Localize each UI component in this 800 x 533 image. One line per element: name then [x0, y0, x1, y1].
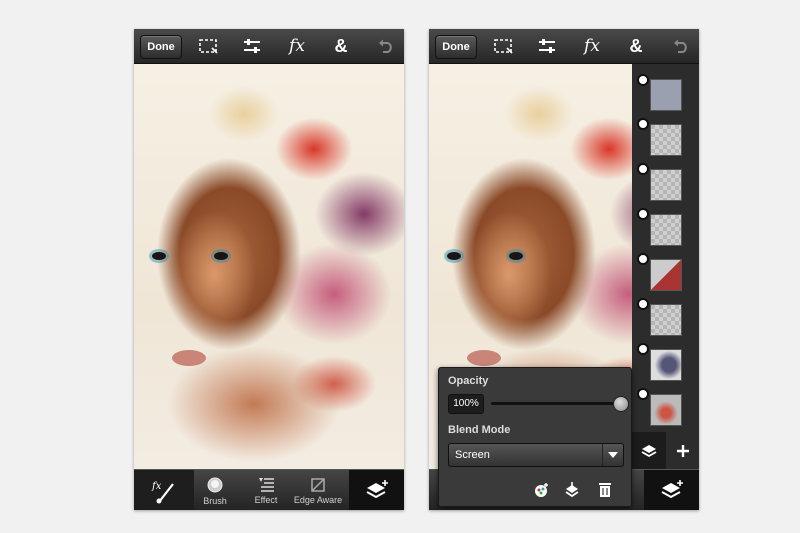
layer-visibility-toggle[interactable] [637, 388, 649, 400]
effect-icon [259, 477, 274, 492]
eye [447, 252, 461, 260]
layers-panel [632, 64, 699, 469]
layer-thumbnail[interactable] [650, 124, 682, 156]
opacity-slider-knob[interactable] [613, 396, 629, 412]
eye [152, 252, 166, 260]
merge-down-button[interactable] [563, 482, 581, 498]
layer-properties-popup: Opacity 100% Blend Mode Screen [438, 367, 632, 507]
top-toolbar: Done fx & [429, 29, 699, 64]
fx-icon[interactable]: fx [284, 34, 310, 58]
edge-aware-label: Edge Aware [293, 494, 343, 505]
effect-label: Effect [254, 494, 278, 505]
layer-visibility-toggle[interactable] [637, 298, 649, 310]
layers-icon [641, 444, 657, 457]
layer-visibility-toggle[interactable] [637, 208, 649, 220]
merge-icon [565, 482, 579, 498]
ampersand-icon[interactable]: & [623, 34, 649, 58]
undo-icon[interactable] [373, 34, 399, 58]
layer-thumbnail[interactable] [650, 79, 682, 111]
layer-thumbnail[interactable] [650, 259, 682, 291]
plus-icon [676, 444, 689, 457]
layer-visibility-toggle[interactable] [637, 118, 649, 130]
layers-button[interactable] [349, 470, 404, 510]
ampersand-icon[interactable]: & [328, 34, 354, 58]
left-screen: Done fx & fx Brush Effect Edge Aware [134, 29, 404, 510]
effects-icon [535, 483, 548, 497]
opacity-value[interactable]: 100% [448, 394, 484, 414]
edge-aware-button[interactable]: Edge Aware [290, 470, 346, 510]
opacity-slider[interactable] [491, 402, 621, 405]
layer-thumbnail[interactable] [650, 349, 682, 381]
trash-icon [599, 483, 611, 497]
undo-icon[interactable] [668, 34, 694, 58]
lips [467, 350, 501, 366]
brush-icon [207, 477, 223, 492]
blend-mode-label: Blend Mode [448, 424, 511, 436]
delete-layer-button[interactable] [596, 482, 614, 498]
layer-stack-button[interactable] [632, 432, 666, 469]
lips [172, 350, 206, 366]
eye [509, 252, 523, 260]
blend-mode-value: Screen [455, 449, 490, 461]
layers-button[interactable] [644, 470, 699, 510]
edge-aware-icon [311, 477, 325, 492]
opacity-label: Opacity [448, 375, 489, 387]
done-button[interactable]: Done [140, 35, 182, 59]
layer-visibility-toggle[interactable] [637, 163, 649, 175]
layer-visibility-toggle[interactable] [637, 74, 649, 86]
adjustments-icon[interactable] [534, 34, 560, 58]
layer-thumbnail[interactable] [650, 394, 682, 426]
layer-visibility-toggle[interactable] [637, 343, 649, 355]
top-toolbar: Done fx & [134, 29, 404, 64]
brush-label: Brush [203, 495, 227, 506]
chevron-down-icon [602, 444, 623, 466]
adjustments-icon[interactable] [239, 34, 265, 58]
brush-button[interactable]: Brush [194, 470, 236, 510]
right-screen: Done fx & Opacity 100% Blend Mode Screen [429, 29, 699, 510]
fx-icon[interactable]: fx [579, 34, 605, 58]
eye [214, 252, 228, 260]
layer-effects-button[interactable] [532, 482, 550, 498]
blend-mode-select[interactable]: Screen [448, 443, 624, 467]
add-layer-icon [366, 479, 388, 498]
add-layer-button[interactable] [666, 432, 699, 469]
layer-thumbnail[interactable] [650, 169, 682, 201]
canvas-image[interactable] [134, 64, 404, 469]
fx-brush-icon[interactable]: fx [134, 470, 194, 510]
layer-thumbnail[interactable] [650, 304, 682, 336]
layer-thumbnail[interactable] [650, 214, 682, 246]
add-layer-icon [661, 479, 683, 498]
done-button[interactable]: Done [435, 35, 477, 59]
marquee-icon[interactable] [195, 34, 221, 58]
layer-visibility-toggle[interactable] [637, 253, 649, 265]
tool-bar: fx Brush Effect Edge Aware [134, 469, 404, 510]
marquee-icon[interactable] [490, 34, 516, 58]
effect-button[interactable]: Effect [244, 470, 288, 510]
svg-text:fx: fx [151, 481, 162, 492]
